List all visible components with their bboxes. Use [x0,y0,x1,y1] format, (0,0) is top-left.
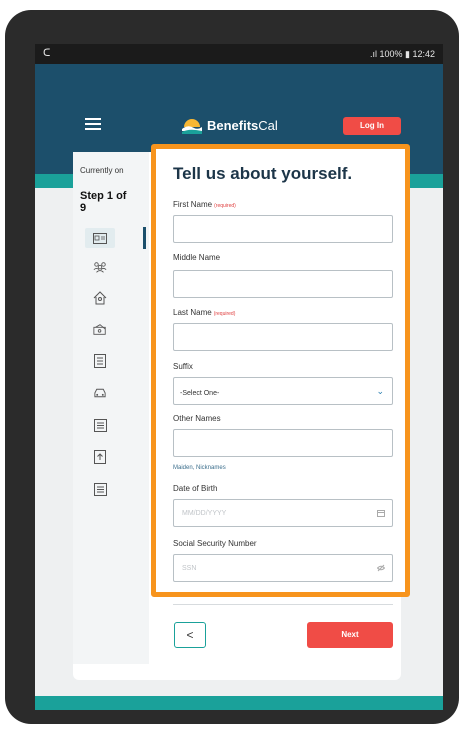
calendar-icon[interactable] [377,509,385,517]
last-name-input[interactable] [173,323,393,351]
first-name-label: First Name (required) [173,200,236,209]
middle-name-label: Middle Name [173,253,221,262]
other-names-input[interactable] [173,429,393,457]
dob-placeholder: MM/DD/YYYY [182,510,227,517]
middle-name-input[interactable] [173,270,393,298]
first-name-input[interactable] [173,215,393,243]
money-icon[interactable] [93,322,107,336]
ssn-input[interactable]: SSN [173,554,393,582]
login-button[interactable]: Log In [343,117,401,135]
eye-hidden-icon[interactable] [377,564,385,572]
house-icon[interactable] [93,291,107,305]
car-icon[interactable] [93,386,107,400]
logo-text-rest: Cal [258,117,278,133]
bottom-teal-band [35,696,443,710]
menu-icon[interactable] [85,118,101,130]
list-icon-2[interactable] [93,482,107,496]
form-title: Tell us about yourself. [173,164,353,183]
other-names-label: Other Names [173,414,221,423]
logo-text-bold: Benefits [207,117,259,133]
back-button[interactable]: < [174,622,206,648]
chevron-down-icon: ⌄ [376,386,384,396]
last-name-label: Last Name (required) [173,308,236,317]
benefitscal-logo[interactable]: BenefitsCal [181,114,278,136]
tablet-frame: ᑕ .ıl 100% ▮ 12:42 BenefitsCal Log In Cu… [5,10,459,724]
dob-input[interactable]: MM/DD/YYYY [173,499,393,527]
upload-document-icon[interactable] [93,450,107,464]
suffix-value: -Select One- [180,390,220,397]
device-screen: ᑕ .ıl 100% ▮ 12:42 BenefitsCal Log In Cu… [35,44,443,710]
status-bar: ᑕ .ıl 100% ▮ 12:42 [35,44,443,64]
people-icon[interactable] [93,260,107,274]
active-step-indicator [143,227,146,249]
list-icon[interactable] [93,418,107,432]
currently-on-label: Currently on [80,166,124,175]
ssn-label: Social Security Number [173,539,257,548]
first-name-required: (required) [214,203,236,209]
step-indicator: Step 1 of 9 [80,190,127,214]
other-names-hint: Maiden, Nicknames [173,465,226,471]
next-button[interactable]: Next [307,622,393,648]
status-indicators: .ıl 100% ▮ 12:42 [370,49,435,59]
suffix-select[interactable]: -Select One- ⌄ [173,377,393,405]
ssn-placeholder: SSN [182,565,197,572]
suffix-label: Suffix [173,362,193,371]
last-name-required: (required) [213,311,236,317]
sun-hills-icon [182,119,202,134]
footer-divider [173,604,393,605]
id-card-icon[interactable] [85,228,115,248]
dob-label: Date of Birth [173,484,218,493]
notification-icon: ᑕ [43,48,51,59]
document-icon[interactable] [93,354,107,368]
